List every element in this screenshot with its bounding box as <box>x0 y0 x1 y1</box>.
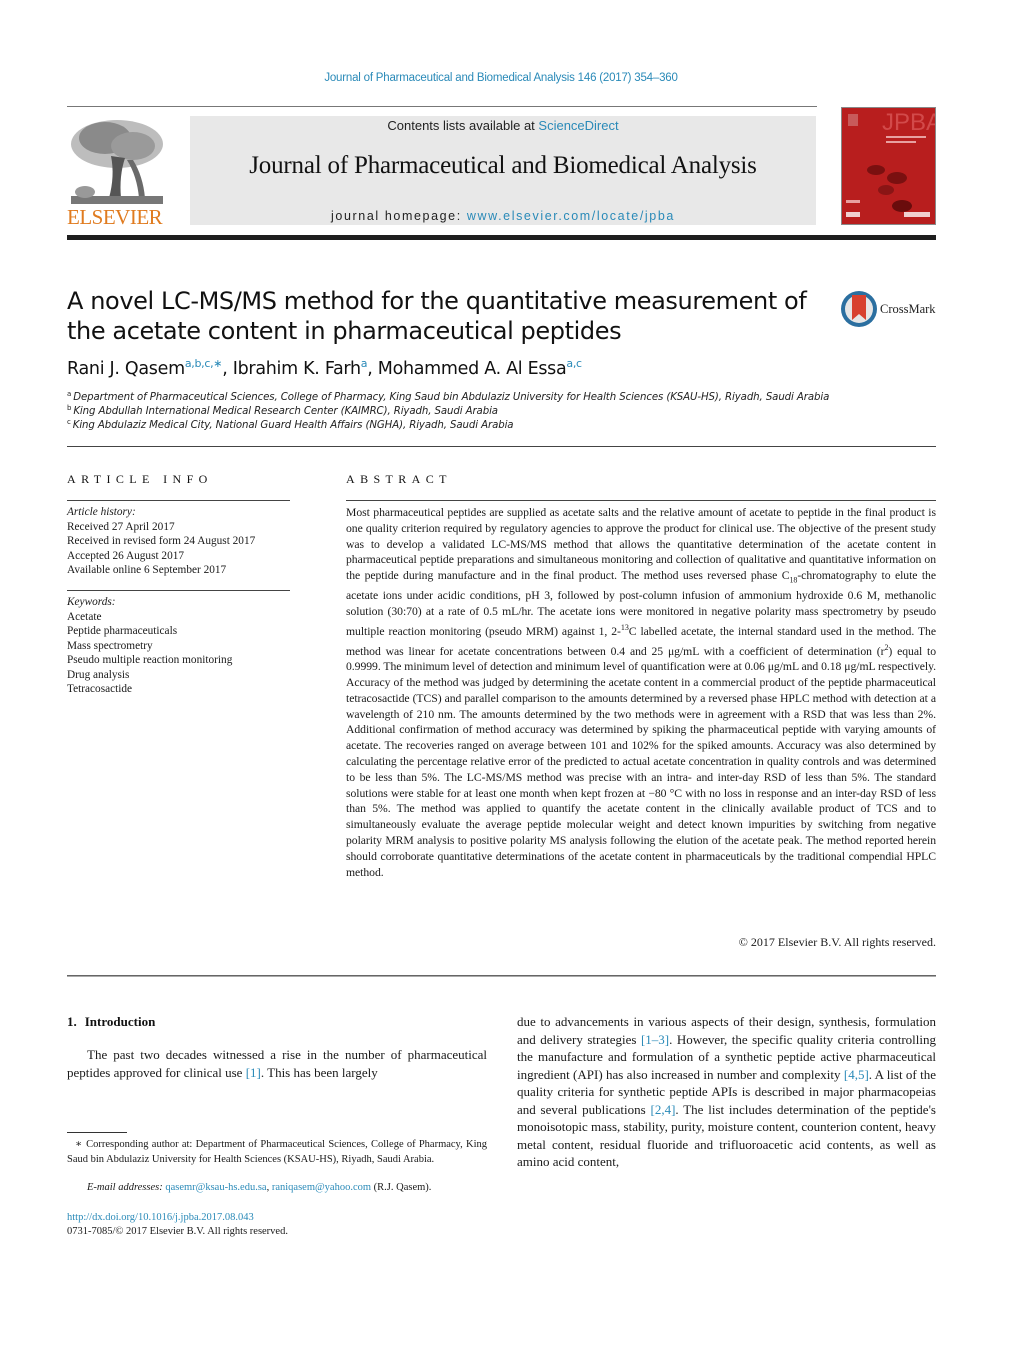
introduction-right-column: due to advancements in various aspects o… <box>517 1013 936 1171</box>
abstract-heading: ABSTRACT <box>346 472 452 486</box>
keyword-item: Drug analysis <box>67 668 130 681</box>
email-addresses: E-mail addresses: qasemr@ksau-hs.edu.sa,… <box>87 1182 431 1193</box>
header-divider <box>67 106 817 107</box>
body-text: . This has been largely <box>260 1065 378 1080</box>
journal-cover-image[interactable]: JPBA <box>841 107 936 225</box>
author-affiliation-marker[interactable]: a,b,c,∗ <box>185 357 223 370</box>
abstract-text: Most pharmaceutical peptides are supplie… <box>346 505 936 880</box>
email-link[interactable]: raniqasem@yahoo.com <box>272 1182 371 1193</box>
reference-link[interactable]: [1] <box>246 1065 261 1080</box>
email-link[interactable]: qasemr@ksau-hs.edu.sa <box>165 1182 266 1193</box>
introduction-heading: 1. Introduction <box>67 1014 155 1030</box>
article-history-label: Article history: <box>67 506 136 518</box>
history-item: Received 27 April 2017 <box>67 520 175 533</box>
superscript: 13 <box>620 622 629 632</box>
journal-citation[interactable]: Journal of Pharmaceutical and Biomedical… <box>0 72 1002 84</box>
journal-title: Journal of Pharmaceutical and Biomedical… <box>249 152 757 179</box>
affiliation-text: King Abdulaziz Medical City, National Gu… <box>72 420 514 431</box>
email-owner: (R.J. Qasem). <box>371 1182 432 1193</box>
footnote-text: Corresponding author at: Department of P… <box>67 1139 487 1165</box>
article-title: A novel LC-MS/MS method for the quantita… <box>67 287 807 345</box>
header-thick-divider <box>67 235 936 240</box>
affiliation-key: a <box>67 390 72 398</box>
homepage-prefix: journal homepage: <box>331 209 467 223</box>
section-number: 1. <box>67 1014 77 1029</box>
author-name[interactable]: Rani J. Qasem <box>67 359 185 379</box>
history-item: Accepted 26 August 2017 <box>67 549 185 562</box>
abstract-copyright: © 2017 Elsevier B.V. All rights reserved… <box>738 935 936 949</box>
affiliation-key: c <box>67 418 71 426</box>
affiliation-key: b <box>67 404 72 412</box>
issn-copyright: 0731-7085/© 2017 Elsevier B.V. All right… <box>67 1226 288 1237</box>
keywords-label: Keywords: <box>67 596 116 608</box>
keywords: Keywords: Acetate Peptide pharmaceutical… <box>67 595 297 697</box>
homepage-link[interactable]: www.elsevier.com/locate/jpba <box>467 209 675 223</box>
elsevier-wordmark[interactable]: ELSEVIER <box>67 205 167 229</box>
affiliation-a: a Department of Pharmaceutical Sciences, … <box>67 390 829 403</box>
elsevier-tree-logo-icon <box>67 116 167 208</box>
author-list: Rani J. Qasema,b,c,∗, Ibrahim K. Farha, … <box>67 357 582 379</box>
abstract-part: ) equal to 0.9999. The minimum level of … <box>346 644 936 879</box>
author-separator: , <box>367 359 378 379</box>
article-history: Article history: Received 27 April 2017 … <box>67 505 297 578</box>
keyword-item: Peptide pharmaceuticals <box>67 625 178 637</box>
introduction-left-column: The past two decades witnessed a rise in… <box>67 1046 487 1082</box>
footnote-divider <box>67 1132 127 1133</box>
history-item: Received in revised form 24 August 2017 <box>67 535 256 547</box>
affiliation-b: b King Abdullah International Medical Res… <box>67 404 498 417</box>
crossmark-button[interactable]: CrossMark <box>840 290 940 330</box>
affiliation-c: c King Abdulaziz Medical City, National G… <box>67 418 514 431</box>
author-separator: , <box>222 359 233 379</box>
article-info-divider <box>67 500 290 501</box>
corresponding-author-footnote: ∗ Corresponding author at: Department of … <box>67 1138 487 1167</box>
article-info-heading: ARTICLE INFO <box>67 472 213 486</box>
history-item: Available online 6 September 2017 <box>67 564 227 576</box>
body-divider <box>67 975 936 977</box>
abstract-divider <box>346 500 936 501</box>
crossmark-label: CrossMark <box>880 302 936 316</box>
author-affiliation-marker[interactable]: a,c <box>566 357 582 370</box>
author-name[interactable]: Ibrahim K. Farh <box>233 359 361 379</box>
keyword-item: Pseudo multiple reaction monitoring <box>67 654 233 666</box>
reference-link[interactable]: [4,5] <box>844 1067 869 1082</box>
contents-availability: Contents lists available at ScienceDirec… <box>190 118 816 133</box>
sciencedirect-link[interactable]: ScienceDirect <box>538 118 618 133</box>
contents-prefix: Contents lists available at <box>387 118 539 133</box>
section-title: Introduction <box>84 1014 156 1029</box>
keywords-divider <box>67 590 290 591</box>
journal-homepage: journal homepage: www.elsevier.com/locat… <box>190 209 816 223</box>
affiliation-text: King Abdullah International Medical Rese… <box>73 406 498 417</box>
affiliation-text: Department of Pharmaceutical Sciences, C… <box>73 392 830 403</box>
footnote-star: ∗ <box>75 1139 83 1150</box>
author-name[interactable]: Mohammed A. Al Essa <box>378 359 567 379</box>
doi-link[interactable]: http://dx.doi.org/10.1016/j.jpba.2017.08… <box>67 1212 254 1223</box>
keyword-item: Tetracosactide <box>67 683 133 695</box>
reference-link[interactable]: [2,4] <box>651 1102 676 1117</box>
section-divider <box>67 446 936 447</box>
cover-jpba-text: JPBA <box>882 109 936 136</box>
keyword-item: Mass spectrometry <box>67 639 153 652</box>
reference-link[interactable]: [1–3] <box>641 1032 669 1047</box>
email-label: E-mail addresses: <box>87 1182 163 1193</box>
keyword-item: Acetate <box>67 610 102 623</box>
